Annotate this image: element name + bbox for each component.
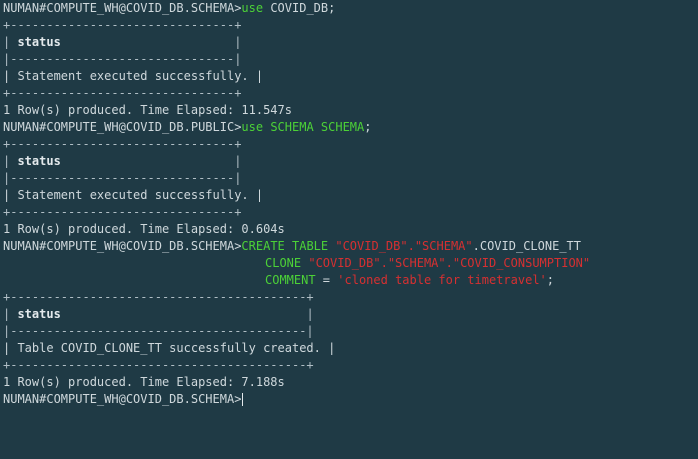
prompt: NUMAN#COMPUTE_WH@COVID_DB.SCHEMA>: [3, 1, 242, 15]
table-border-top: +-------------------------------+: [3, 137, 242, 151]
table-border-top: +---------------------------------------…: [3, 290, 314, 304]
command-line: NUMAN#COMPUTE_WH@COVID_DB.SCHEMA>CREATE …: [3, 238, 695, 255]
prompt: NUMAN#COMPUTE_WH@COVID_DB.PUBLIC>: [3, 120, 242, 134]
sql-string: 'cloned table for timetravel': [337, 273, 547, 287]
result-line: 1 Row(s) produced. Time Elapsed: 7.188s: [3, 375, 285, 389]
table-border-bottom: +-------------------------------+: [3, 205, 242, 219]
table-row: | Statement executed successfully. |: [3, 188, 264, 202]
result-line: 1 Row(s) produced. Time Elapsed: 11.547s: [3, 103, 292, 117]
table-header-row: | status |: [3, 307, 314, 321]
table-divider: |---------------------------------------…: [3, 324, 314, 338]
table-border-bottom: +---------------------------------------…: [3, 358, 314, 372]
sql-text: ;: [364, 120, 372, 134]
table-row: | Table COVID_CLONE_TT successfully crea…: [3, 341, 336, 355]
sql-string: "COVID_DB"."SCHEMA"."COVID_CONSUMPTION": [308, 256, 591, 270]
table-divider: |-------------------------------|: [3, 171, 242, 185]
sql-text: COVID_DB;: [263, 1, 336, 15]
command-continuation-line: COMMENT = 'cloned table for timetravel';: [3, 272, 695, 289]
terminal-window[interactable]: NUMAN#COMPUTE_WH@COVID_DB.SCHEMA>use COV…: [0, 0, 698, 459]
active-prompt-line[interactable]: NUMAN#COMPUTE_WH@COVID_DB.SCHEMA>: [3, 391, 695, 408]
result-line: 1 Row(s) produced. Time Elapsed: 0.604s: [3, 222, 285, 236]
command-line: NUMAN#COMPUTE_WH@COVID_DB.PUBLIC>use SCH…: [3, 119, 695, 136]
command-line: NUMAN#COMPUTE_WH@COVID_DB.SCHEMA>use COV…: [3, 0, 695, 17]
command-continuation-line: CLONE "COVID_DB"."SCHEMA"."COVID_CONSUMP…: [3, 255, 695, 272]
table-border-top: +-------------------------------+: [3, 18, 242, 32]
prompt: NUMAN#COMPUTE_WH@COVID_DB.SCHEMA>: [3, 392, 242, 406]
table-row: | Statement executed successfully. |: [3, 69, 264, 83]
prompt: NUMAN#COMPUTE_WH@COVID_DB.SCHEMA>: [3, 239, 242, 253]
table-header-row: | status |: [3, 35, 242, 49]
table-header-row: | status |: [3, 154, 242, 168]
sql-operator: =: [315, 273, 338, 287]
text-cursor: [242, 393, 244, 406]
table-border-bottom: +-------------------------------+: [3, 86, 242, 100]
sql-keyword: CLONE: [265, 256, 309, 270]
sql-keyword: COMMENT: [265, 273, 316, 287]
sql-text: .COVID_CLONE_TT: [472, 239, 581, 253]
sql-keyword: CREATE TABLE: [241, 239, 336, 253]
sql-keyword: use SCHEMA SCHEMA: [241, 120, 365, 134]
table-divider: |-------------------------------|: [3, 52, 242, 66]
sql-terminator: ;: [546, 273, 555, 287]
sql-keyword: use: [241, 1, 264, 15]
sql-string: "COVID_DB"."SCHEMA": [335, 239, 473, 253]
